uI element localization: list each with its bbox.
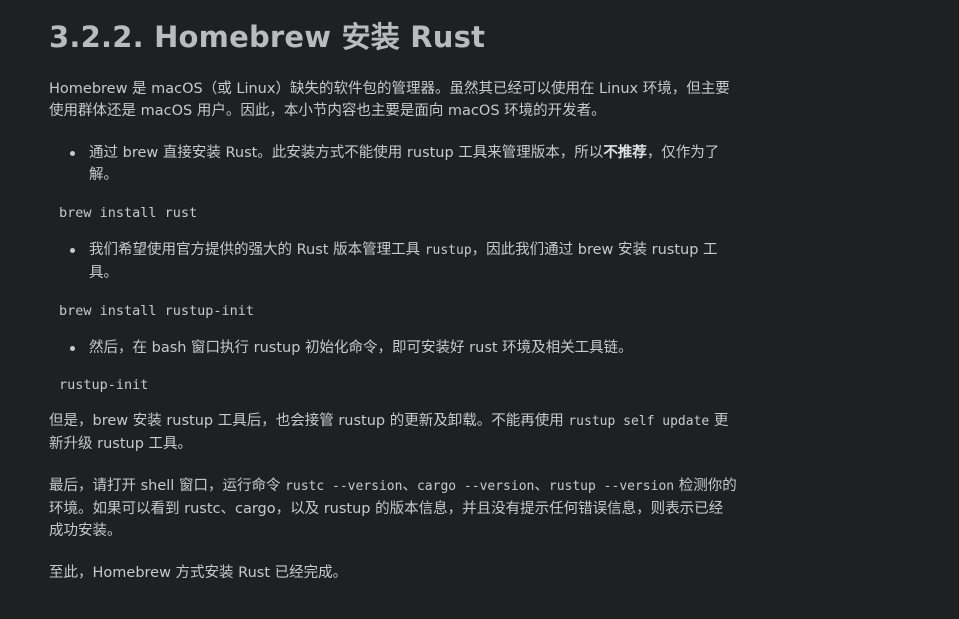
code-block-rustup-init: rustup-init	[59, 377, 149, 393]
paragraph-conclusion: 至此，Homebrew 方式安装 Rust 已经完成。	[49, 565, 348, 581]
bullet-dot	[70, 151, 75, 156]
inline-code-rustup-self-update: rustup self update	[568, 414, 710, 429]
inline-code-rustup-version: rustup --version	[548, 479, 675, 494]
list-item-text: 然后，在 bash 窗口执行 rustup 初始化命令，即可安装好 rust 环…	[89, 340, 633, 356]
bullet-dot	[70, 248, 75, 253]
bullet-dot	[70, 346, 75, 351]
paragraph-verify-install: 最后，请打开 shell 窗口，运行命令 rustc --version、car…	[49, 478, 737, 539]
paragraph-brew-takeover: 但是，brew 安装 rustup 工具后，也会接管 rustup 的更新及卸载…	[49, 413, 729, 452]
code-block-brew-install-rust: brew install rust	[59, 205, 198, 221]
inline-code-rustc-version: rustc --version	[285, 479, 403, 494]
intro-paragraph: Homebrew 是 macOS（或 Linux）缺失的软件包的管理器。虽然其已…	[49, 78, 809, 122]
list-item-text: 通过 brew 直接安装 Rust。此安装方式不能使用 rustup 工具来管理…	[89, 145, 720, 183]
intro-line-2: 使用群体还是 macOS 用户。因此，本小节内容也主要是面向 macOS 环境的…	[49, 103, 606, 119]
inline-code-cargo-version: cargo --version	[416, 479, 535, 494]
emphasis-not-recommended: 不推荐	[603, 145, 647, 161]
list-item-text: 我们希望使用官方提供的强大的 Rust 版本管理工具 rustup，因此我们通过…	[89, 242, 718, 281]
code-block-brew-install-rustup-init: brew install rustup-init	[59, 303, 255, 319]
intro-line-1: Homebrew 是 macOS（或 Linux）缺失的软件包的管理器。虽然其已…	[49, 81, 730, 97]
inline-code-rustup: rustup	[424, 243, 472, 258]
section-heading: 3.2.2. Homebrew 安装 Rust	[49, 20, 486, 54]
